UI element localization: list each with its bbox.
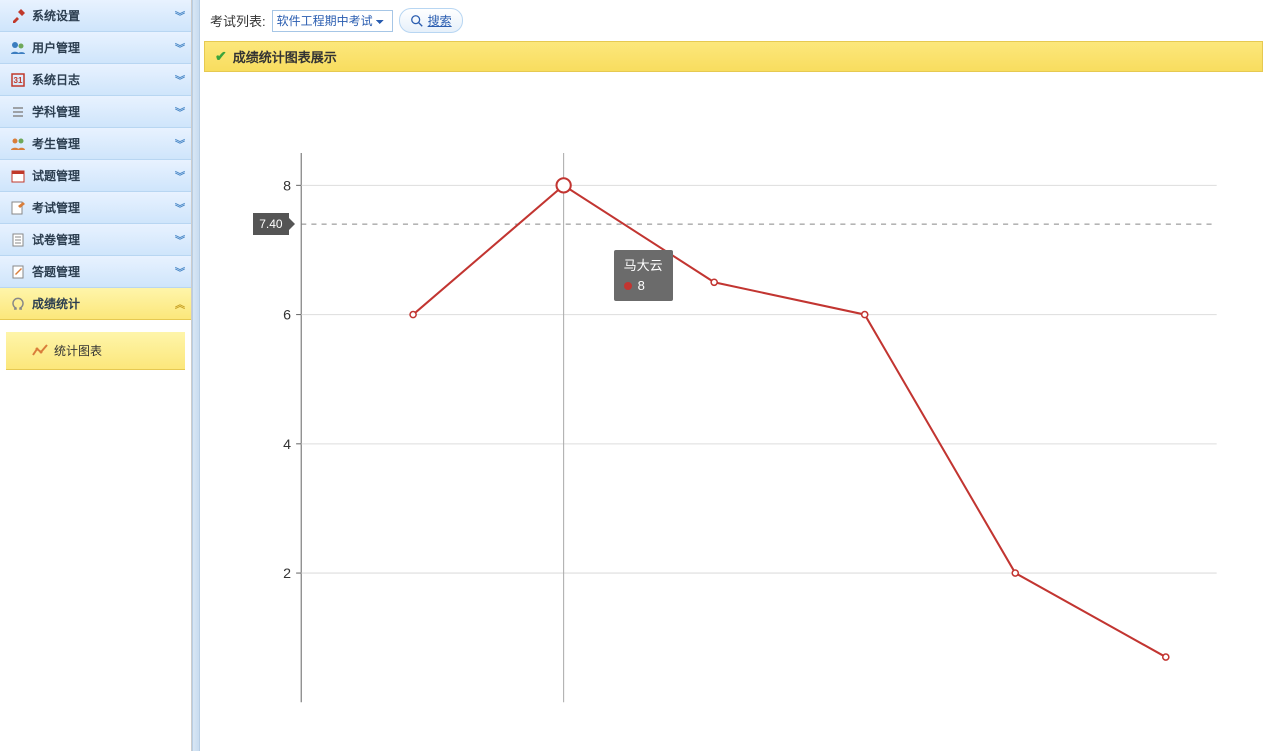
search-button[interactable]: 搜索 xyxy=(399,8,463,33)
sidebar-item-3[interactable]: 学科管理 ︾ xyxy=(0,96,191,128)
sidebar-item-label: 考试管理 xyxy=(32,199,80,216)
sidebar-item-label: 学科管理 xyxy=(32,103,80,120)
svg-text:2: 2 xyxy=(283,566,291,582)
list-icon xyxy=(10,104,26,120)
omega-icon xyxy=(10,296,26,312)
sidebar-splitter[interactable] xyxy=(192,0,200,751)
students-icon xyxy=(10,136,26,152)
sidebar-item-7[interactable]: 试卷管理 ︾ xyxy=(0,224,191,256)
chevron-down-icon: ︾ xyxy=(175,104,181,119)
sidebar-item-6[interactable]: 考试管理 ︾ xyxy=(0,192,191,224)
sidebar-item-1[interactable]: 用户管理 ︾ xyxy=(0,32,191,64)
calendar-icon xyxy=(10,168,26,184)
search-button-label: 搜索 xyxy=(428,12,452,29)
sidebar-subitem-chart[interactable]: 统计图表 xyxy=(6,332,185,370)
chevron-down-icon: ︾ xyxy=(175,200,181,215)
line-chart[interactable]: 2 4 6 8 xyxy=(230,92,1237,746)
chart-line-icon xyxy=(32,343,48,359)
sidebar-item-4[interactable]: 考生管理 ︾ xyxy=(0,128,191,160)
sidebar-item-label: 答题管理 xyxy=(32,263,80,280)
sidebar-item-5[interactable]: 试题管理 ︾ xyxy=(0,160,191,192)
sidebar-item-label: 试卷管理 xyxy=(32,231,80,248)
sidebar-item-label: 试题管理 xyxy=(32,167,80,184)
sidebar-item-0[interactable]: 系统设置 ︾ xyxy=(0,0,191,32)
sidebar-item-label: 成绩统计 xyxy=(32,295,80,312)
sidebar-item-8[interactable]: 答题管理 ︾ xyxy=(0,256,191,288)
exam-list-select[interactable]: 软件工程期中考试 xyxy=(272,10,393,32)
exam-list-label: 考试列表: xyxy=(210,11,266,30)
check-icon: ✔ xyxy=(215,48,227,65)
sidebar-item-9[interactable]: 成绩统计 ︽ xyxy=(0,288,191,320)
chevron-down-icon: ︾ xyxy=(175,232,181,247)
sidebar-subitem-label: 统计图表 xyxy=(54,342,102,359)
chevron-up-icon: ︽ xyxy=(175,296,181,311)
chevron-down-icon: ︾ xyxy=(175,136,181,151)
svg-text:4: 4 xyxy=(283,437,291,453)
sidebar-item-label: 用户管理 xyxy=(32,39,80,56)
yaxis-crosshair-badge: 7.40 xyxy=(253,213,288,235)
svg-text:8: 8 xyxy=(283,178,291,194)
chevron-down-icon: ︾ xyxy=(175,264,181,279)
edit-icon xyxy=(10,200,26,216)
log-icon: 31 xyxy=(10,72,26,88)
users-icon xyxy=(10,40,26,56)
svg-text:31: 31 xyxy=(14,76,23,85)
panel-title: 成绩统计图表展示 xyxy=(233,47,337,66)
tools-icon xyxy=(10,8,26,24)
toolbar: 考试列表: 软件工程期中考试 搜索 xyxy=(200,0,1267,41)
panel-header: ✔ 成绩统计图表展示 xyxy=(204,41,1263,72)
chevron-down-icon: ︾ xyxy=(175,40,181,55)
search-icon xyxy=(410,14,424,28)
chevron-down-icon: ︾ xyxy=(175,8,181,23)
sidebar-item-2[interactable]: 31 系统日志 ︾ xyxy=(0,64,191,96)
sidebar: 系统设置︾用户管理︾31系统日志︾学科管理︾考生管理︾试题管理︾考试管理︾试卷管… xyxy=(0,0,192,751)
doc-icon xyxy=(10,232,26,248)
chevron-down-icon: ︾ xyxy=(175,72,181,87)
chevron-down-icon: ︾ xyxy=(175,168,181,183)
svg-text:6: 6 xyxy=(283,308,291,324)
chart-area: 2468 7.40 马大云 8 xyxy=(230,92,1237,746)
sidebar-item-label: 系统日志 xyxy=(32,71,80,88)
sidebar-item-label: 系统设置 xyxy=(32,7,80,24)
sidebar-item-label: 考生管理 xyxy=(32,135,80,152)
main-panel: 考试列表: 软件工程期中考试 搜索 ✔ 成绩统计图表展示 2468 7.40 马… xyxy=(200,0,1267,751)
pen-icon xyxy=(10,264,26,280)
